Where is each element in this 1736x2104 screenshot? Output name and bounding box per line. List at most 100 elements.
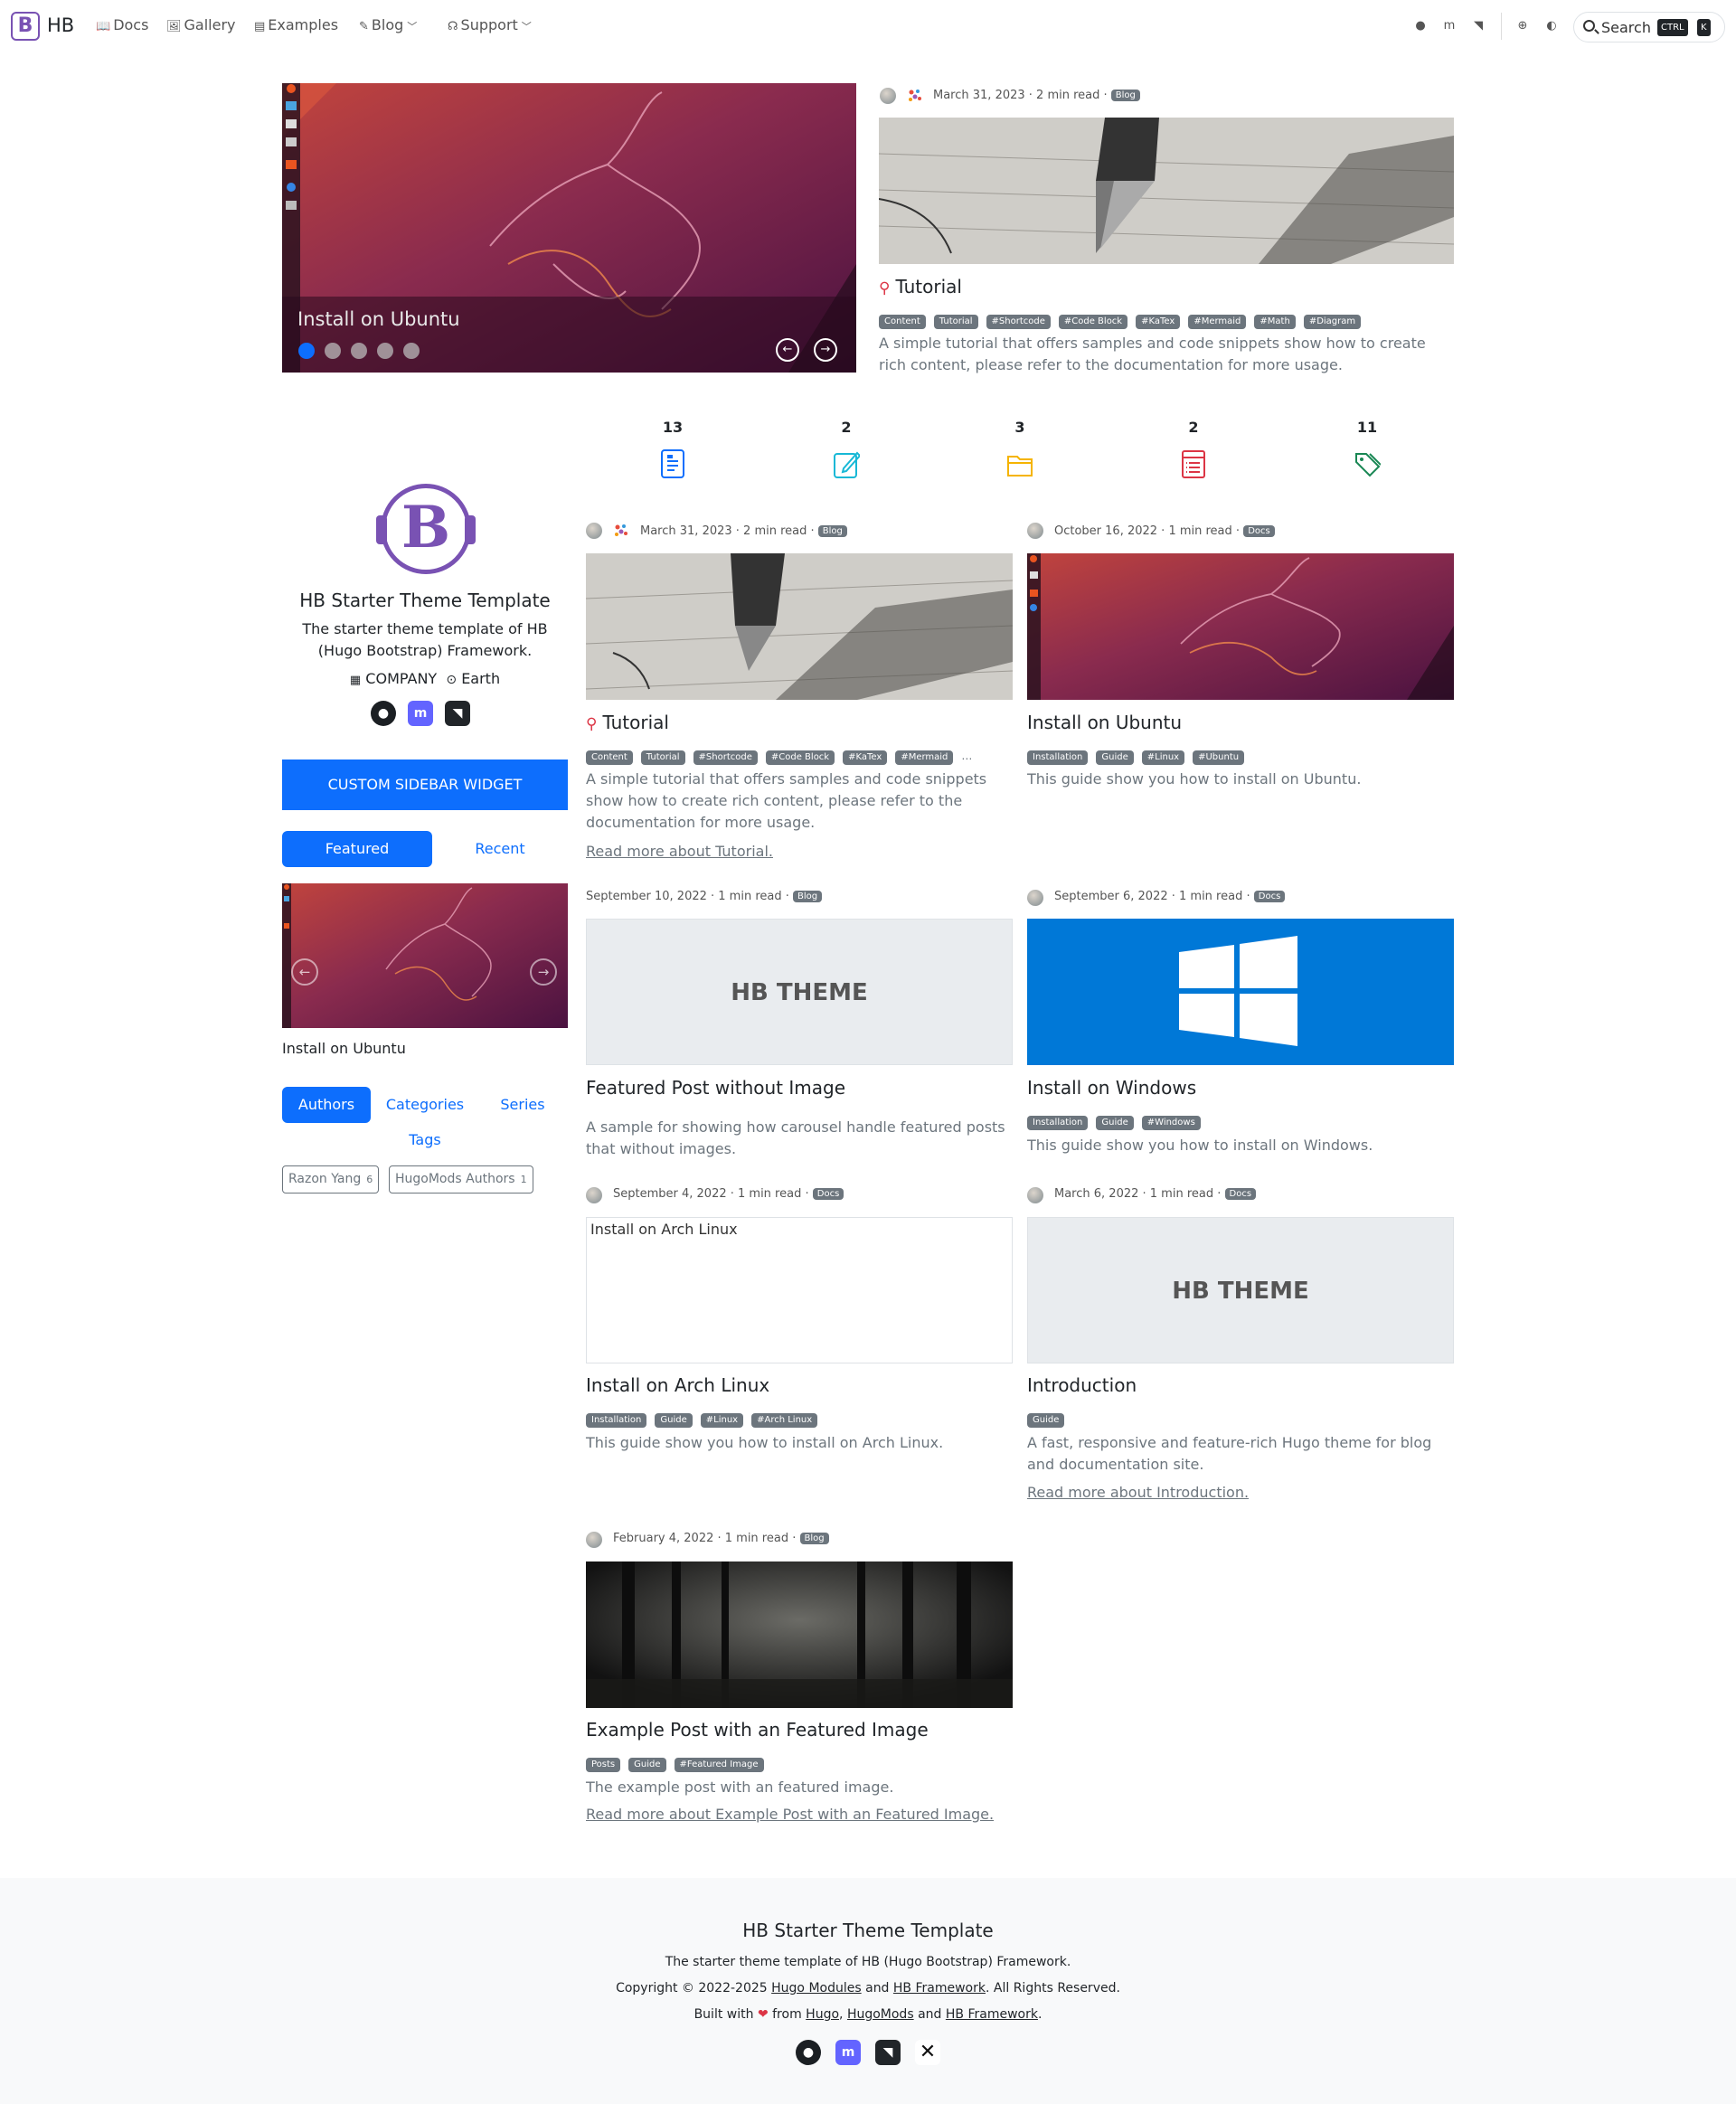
tag[interactable]: #Diagram	[1303, 315, 1362, 329]
tab-categories[interactable]: Categories	[378, 1087, 472, 1123]
stat-categories[interactable]: 3	[993, 419, 1047, 483]
author-avatar[interactable]	[586, 1532, 602, 1548]
category-badge[interactable]: Docs	[1224, 1188, 1257, 1200]
hugo-modules-link[interactable]: Hugo Modules	[771, 1981, 862, 1995]
tag[interactable]: #Math	[1254, 315, 1296, 329]
read-more-link[interactable]: Read more about Example Post with an Fea…	[586, 1806, 994, 1823]
broken-image[interactable]: Install on Arch Linux	[586, 1217, 1013, 1363]
hb-framework-link[interactable]: HB Framework	[946, 2007, 1038, 2022]
category-badge[interactable]: Blog	[793, 891, 823, 902]
tab-authors[interactable]: Authors	[282, 1087, 371, 1123]
more-tags[interactable]: …	[961, 750, 972, 762]
tag[interactable]: #KaTex	[1136, 315, 1181, 329]
author-chip[interactable]: Razon Yang 6	[282, 1165, 380, 1194]
tag[interactable]: #Mermaid	[895, 750, 954, 765]
tag[interactable]: Tutorial	[933, 315, 978, 329]
pen-paper-image[interactable]	[586, 553, 1013, 700]
globe-icon[interactable]: ⊕	[1514, 18, 1531, 34]
mastodon-icon[interactable]: m	[1441, 18, 1458, 34]
tag[interactable]: #Arch Linux	[751, 1413, 818, 1428]
author-avatar[interactable]	[586, 523, 602, 539]
mastodon-icon[interactable]: m	[835, 2040, 861, 2065]
tag[interactable]: #Linux	[700, 1413, 744, 1428]
category-badge[interactable]: Blog	[817, 525, 847, 537]
github-icon[interactable]: ●	[796, 2040, 821, 2065]
author-chip[interactable]: HugoMods Authors 1	[389, 1165, 533, 1194]
carousel-prev-icon[interactable]: ←	[291, 958, 318, 986]
read-more-link[interactable]: Read more about Tutorial.	[586, 843, 773, 860]
tag[interactable]: Guide	[655, 1413, 693, 1428]
category-badge[interactable]: Blog	[1110, 90, 1140, 101]
tag[interactable]: #Ubuntu	[1193, 750, 1245, 765]
github-icon[interactable]: ●	[1412, 18, 1429, 34]
post-title[interactable]: ⚲ Tutorial	[879, 276, 962, 297]
featured-post-label[interactable]: Install on Ubuntu	[282, 1040, 406, 1057]
carousel-next-icon[interactable]: →	[530, 958, 557, 986]
tag[interactable]: #Code Block	[1058, 315, 1128, 329]
brand-name[interactable]: HB	[47, 14, 74, 36]
hero-carousel[interactable]: Install on Ubuntu ← →	[282, 83, 856, 373]
carousel-indicator[interactable]	[351, 343, 367, 359]
hb-framework-link[interactable]: HB Framework	[893, 1981, 986, 1995]
author-avatar[interactable]	[880, 88, 896, 104]
nav-blog[interactable]: ✎ Blog ﹀	[359, 16, 417, 33]
windows-logo-image[interactable]	[1027, 919, 1454, 1065]
hugo-link[interactable]: Hugo	[806, 2007, 839, 2022]
hb-theme-placeholder-image[interactable]: HB THEME	[1027, 1217, 1454, 1363]
post-title[interactable]: Install on Arch Linux	[586, 1374, 769, 1396]
hb-theme-placeholder-image[interactable]: HB THEME	[586, 919, 1013, 1065]
brand-logo-icon[interactable]: B	[11, 12, 40, 41]
carousel-indicator[interactable]	[298, 343, 315, 359]
rss-icon[interactable]: ◥	[1470, 18, 1486, 34]
category-badge[interactable]: Docs	[812, 1188, 844, 1200]
hugomods-link[interactable]: HugoMods	[847, 2007, 914, 2022]
tab-featured[interactable]: Featured	[282, 831, 432, 867]
pen-paper-image[interactable]	[879, 118, 1454, 264]
author-avatar[interactable]	[1027, 890, 1043, 906]
tag[interactable]: Installation	[586, 1413, 647, 1428]
category-badge[interactable]: Docs	[1243, 525, 1275, 537]
rss-icon[interactable]: ◥	[875, 2040, 901, 2065]
hugomods-avatar[interactable]	[613, 523, 629, 539]
author-avatar[interactable]	[586, 1187, 602, 1203]
author-avatar[interactable]	[1027, 1187, 1043, 1203]
nav-docs[interactable]: 📖 Docs	[96, 16, 148, 33]
tab-series[interactable]: Series	[486, 1087, 559, 1123]
rss-icon[interactable]: ◥	[445, 701, 470, 726]
tag[interactable]: Posts	[586, 1758, 621, 1772]
nav-support[interactable]: ☊ Support ﹀	[448, 16, 532, 33]
search-button[interactable]: Search CTRL K	[1573, 12, 1725, 42]
category-badge[interactable]: Docs	[1253, 891, 1286, 902]
tab-tags[interactable]: Tags	[389, 1122, 461, 1158]
carousel-indicator[interactable]	[325, 343, 341, 359]
stat-tags[interactable]: 11	[1340, 419, 1394, 483]
x-twitter-icon[interactable]: ✕	[915, 2040, 940, 2065]
tag[interactable]: #Shortcode	[986, 315, 1051, 329]
post-title[interactable]: Install on Windows	[1027, 1077, 1196, 1099]
tag[interactable]: #Windows	[1141, 1116, 1201, 1130]
carousel-prev-icon[interactable]: ←	[776, 338, 799, 362]
tag[interactable]: Guide	[1027, 1413, 1065, 1428]
tag[interactable]: #Featured Image	[674, 1758, 764, 1772]
tag[interactable]: Installation	[1027, 750, 1089, 765]
tag[interactable]: #Code Block	[765, 750, 835, 765]
tag[interactable]: Content	[879, 315, 926, 329]
tag[interactable]: #Shortcode	[693, 750, 758, 765]
post-title[interactable]: Install on Ubuntu	[1027, 712, 1182, 733]
stat-blog[interactable]: 2	[819, 419, 873, 483]
read-more-link[interactable]: Read more about Introduction.	[1027, 1484, 1249, 1501]
custom-sidebar-widget-button[interactable]: CUSTOM SIDEBAR WIDGET	[282, 760, 568, 810]
theme-toggle-icon[interactable]: ◐	[1543, 18, 1560, 34]
carousel-caption-text[interactable]: Install on Ubuntu	[297, 308, 460, 330]
tag[interactable]: #KaTex	[843, 750, 888, 765]
nav-gallery[interactable]: 🖼 Gallery	[166, 16, 236, 33]
author-avatar[interactable]	[1027, 523, 1043, 539]
tag[interactable]: Tutorial	[640, 750, 685, 765]
post-title[interactable]: ⚲ Tutorial	[586, 712, 669, 733]
carousel-indicator[interactable]	[403, 343, 420, 359]
hugomods-avatar[interactable]	[907, 88, 923, 104]
post-title[interactable]: Example Post with an Featured Image	[586, 1719, 929, 1741]
dark-forest-image[interactable]	[586, 1561, 1013, 1708]
category-badge[interactable]: Blog	[799, 1533, 829, 1544]
tag[interactable]: #Mermaid	[1188, 315, 1247, 329]
